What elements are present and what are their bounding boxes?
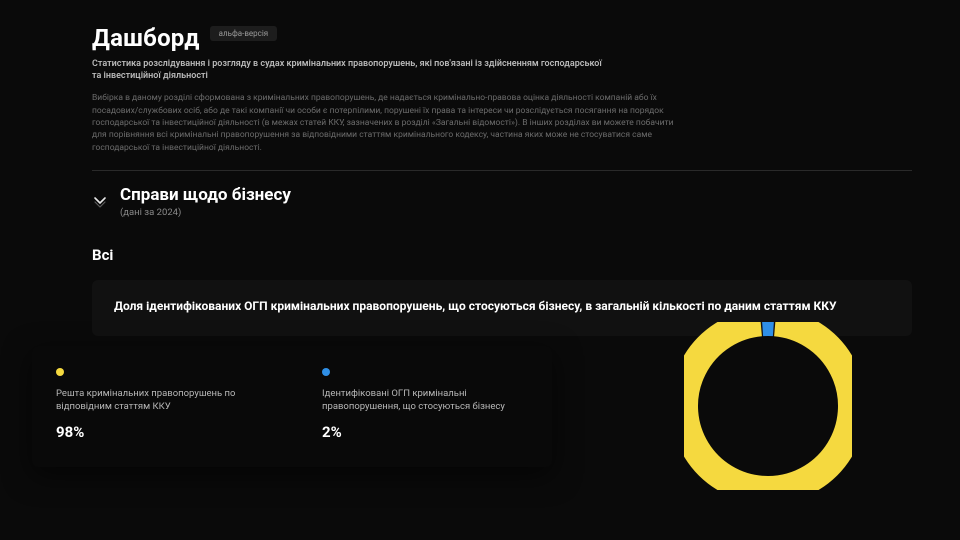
donut-chart — [684, 322, 852, 494]
legend-dot-icon — [322, 368, 330, 376]
legend-value: 98% — [56, 423, 262, 441]
divider — [92, 170, 912, 171]
chart-card: Доля ідентифікованих ОГП кримінальних пр… — [92, 280, 912, 336]
page-description: Вибірка в даному розділі сформована з кр… — [92, 92, 682, 154]
legend-item-rest: Решта кримінальних правопорушень по відп… — [56, 368, 262, 442]
section-title-wrap: Справи щодо бізнесу (дані за 2024) — [120, 185, 291, 218]
alpha-badge: альфа-версія — [210, 26, 278, 41]
legend-panel: Решта кримінальних правопорушень по відп… — [32, 346, 552, 468]
chevron-down-icon — [92, 193, 108, 209]
legend-item-ogp: Ідентифіковані ОГП кримінальні правопору… — [322, 368, 528, 442]
section-header[interactable]: Справи щодо бізнесу (дані за 2024) — [92, 185, 960, 218]
legend-label: Решта кримінальних правопорушень по відп… — [56, 388, 262, 414]
title-row: Дашборд альфа-версія — [92, 24, 960, 52]
chart-title: Доля ідентифікованих ОГП кримінальних пр… — [114, 298, 890, 314]
legend-dot-icon — [56, 368, 64, 376]
legend-label: Ідентифіковані ОГП кримінальні правопору… — [322, 388, 528, 414]
section-subtitle: (дані за 2024) — [120, 207, 291, 218]
filter-selected[interactable]: Всі — [92, 246, 960, 264]
page-title: Дашборд — [92, 24, 200, 52]
legend-value: 2% — [322, 423, 528, 441]
dashboard-page: Дашборд альфа-версія Статистика розсліду… — [0, 0, 960, 336]
page-subtitle: Статистика розслідування і розгляду в су… — [92, 58, 612, 82]
section-title: Справи щодо бізнесу — [120, 185, 291, 205]
